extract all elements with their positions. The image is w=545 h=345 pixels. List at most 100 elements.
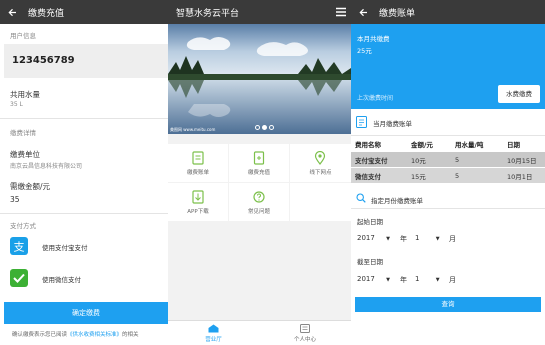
banner-image[interactable]: 美图网 www.meitu.com — [168, 24, 351, 134]
tile-recharge[interactable]: 缴费充值 — [229, 144, 289, 182]
table-header-row: 费用名称 金额/元 用水量/吨 日期 — [351, 136, 545, 152]
alipay-icon: 支 — [10, 237, 28, 255]
page-title: 缴费账单 — [379, 8, 416, 19]
water-bill-button[interactable]: 水费缴费 — [498, 85, 540, 103]
tile-bill[interactable]: 缴费账单 — [168, 144, 228, 182]
tile-faq[interactable]: 常见问题 — [229, 183, 289, 221]
table-cell: 10元 — [407, 151, 451, 168]
carousel-dot[interactable] — [255, 125, 260, 130]
bills-table: 费用名称 金额/元 用水量/吨 日期 支付宝支付 10元 5 10月15日 微信… — [351, 136, 545, 184]
bottom-nav: 营业厅 个人中心 — [168, 320, 351, 345]
end-date-label: 截至日期 — [357, 258, 383, 266]
nav-profile-label: 个人中心 — [293, 337, 316, 343]
agreement-suffix: 的相关 — [122, 332, 139, 338]
tile-label: 缴费账单 — [186, 170, 209, 176]
table-cell: 15元 — [407, 167, 451, 184]
hall-icon — [208, 324, 219, 335]
chevron-down-icon: ▼ — [386, 277, 390, 283]
month-total-value: 25元 — [357, 47, 372, 55]
start-year-value: 2017 — [357, 234, 375, 242]
top-bar: 智慧水务云平台 — [168, 0, 351, 24]
current-bills-label: 当月缴费账单 — [373, 120, 412, 128]
alipay-option[interactable]: 支 使用支付宝支付 — [8, 235, 168, 257]
table-row[interactable]: 微信支付 15元 5 10月1日 — [351, 167, 545, 184]
amount-value: 35 — [10, 195, 20, 204]
table-cell: 支付宝支付 — [351, 151, 407, 168]
start-month-value: 1 — [415, 234, 420, 242]
carousel-dot[interactable] — [269, 125, 274, 130]
tile-location[interactable]: 线下网点 — [290, 144, 351, 182]
tile-empty — [290, 183, 351, 221]
tile-label: 线下网点 — [309, 170, 332, 176]
wechat-pay-option[interactable]: 使用微信支付 — [8, 267, 168, 289]
agreement-notice: 确认缴费表示您已阅读《供水收费相关标准》的相关 — [12, 330, 139, 338]
recharge-icon — [253, 151, 265, 165]
search-icon — [356, 193, 366, 205]
nav-hall[interactable]: 营业厅 — [168, 321, 259, 345]
chevron-down-icon: ▼ — [435, 236, 440, 242]
confirm-payment-button[interactable]: 确定缴费 — [4, 302, 168, 324]
location-icon — [314, 150, 326, 165]
tile-label: APP下载 — [187, 209, 209, 215]
amount-label: 需缴金额/元 — [10, 182, 51, 191]
column-header: 用水量/吨 — [451, 136, 503, 152]
bill-list-icon — [356, 116, 367, 130]
year-unit: 年 — [400, 276, 407, 284]
column-header: 日期 — [503, 136, 545, 152]
top-bar: 缴费账单 — [351, 0, 545, 24]
user-info-label: 用户信息 — [10, 32, 36, 40]
table-cell: 10月15日 — [503, 151, 545, 168]
query-button[interactable]: 查询 — [355, 297, 541, 312]
carousel-dot-active[interactable] — [262, 125, 267, 130]
banner-caption: 美图网 www.meitu.com — [170, 127, 216, 132]
page-title: 缴费充值 — [28, 8, 65, 19]
table-cell: 微信支付 — [351, 167, 407, 184]
start-year-select[interactable]: 2017 ▼ — [357, 234, 390, 242]
home-screen: 智慧水务云平台 美图网 www.meitu.com 缴费账单 缴费充值 线下网点… — [168, 0, 351, 345]
shared-water-label: 共用水量 — [10, 90, 40, 99]
menu-icon[interactable] — [336, 7, 346, 17]
chevron-down-icon: ▼ — [386, 236, 390, 242]
column-header: 金额/元 — [407, 136, 451, 152]
query-header: 指定月份缴费账单 — [351, 190, 545, 209]
month-total-label: 本月共缴费 — [357, 35, 390, 43]
profile-icon — [300, 324, 310, 335]
end-year-select[interactable]: 2017 ▼ — [357, 275, 390, 283]
bill-icon — [192, 151, 204, 165]
app-title: 智慧水务云平台 — [176, 8, 240, 19]
top-bar: 缴费充值 — [0, 0, 168, 24]
chevron-down-icon: ▼ — [435, 277, 440, 283]
back-arrow-icon[interactable] — [359, 7, 369, 17]
svg-text:支: 支 — [14, 241, 25, 254]
divider — [0, 118, 168, 119]
table-row[interactable]: 支付宝支付 10元 5 10月15日 — [351, 151, 545, 168]
tile-label: 常见问题 — [247, 209, 270, 215]
table-cell: 5 — [451, 167, 503, 184]
year-unit: 年 — [400, 235, 407, 243]
agreement-link[interactable]: 《供水收费相关标准》 — [67, 332, 122, 338]
start-month-select[interactable]: 1 ▼ — [415, 234, 440, 242]
month-unit: 月 — [449, 235, 456, 243]
nav-profile[interactable]: 个人中心 — [259, 321, 351, 345]
end-month-value: 1 — [415, 275, 420, 283]
account-number-field[interactable]: 123456789 — [4, 44, 168, 78]
tile-label: 缴费充值 — [247, 170, 270, 176]
end-month-select[interactable]: 1 ▼ — [415, 275, 440, 283]
current-bills-header: 当月缴费账单 — [351, 109, 545, 136]
agreement-prefix: 确认缴费表示您已阅读 — [12, 332, 68, 338]
wechat-pay-label: 使用微信支付 — [42, 276, 81, 284]
payee-label: 缴费单位 — [10, 150, 40, 159]
month-unit: 月 — [449, 276, 456, 284]
divider — [0, 213, 168, 214]
end-year-value: 2017 — [357, 275, 375, 283]
summary-banner: 本月共缴费 25元 上次缴费时间 水费缴费 — [351, 24, 545, 109]
download-icon — [192, 190, 204, 204]
payment-details-label: 缴费详情 — [10, 129, 36, 137]
tile-download[interactable]: APP下载 — [168, 183, 228, 221]
nav-hall-label: 营业厅 — [205, 337, 222, 343]
back-arrow-icon[interactable] — [8, 7, 18, 17]
table-cell: 10月1日 — [503, 167, 545, 184]
wechat-pay-icon — [10, 269, 28, 287]
recharge-screen: 缴费充值 用户信息 123456789 共用水量 35 L 缴费详情 缴费单位 … — [0, 0, 168, 345]
account-number: 123456789 — [12, 55, 75, 66]
